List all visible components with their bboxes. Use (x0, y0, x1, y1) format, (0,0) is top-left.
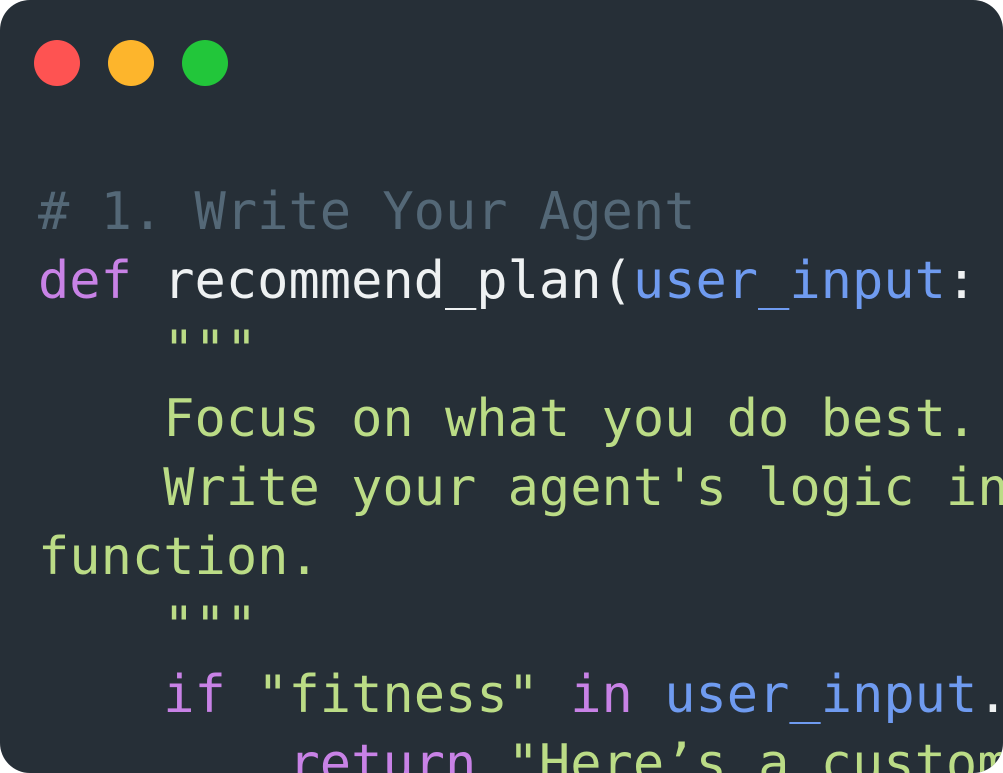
close-button[interactable] (34, 40, 80, 86)
keyword-if: if (163, 665, 226, 725)
code-block: # 1. Write Your Agent def recommend_plan(… (38, 178, 1003, 773)
parameter-name: user_input (632, 251, 946, 311)
docstring-open: """ (163, 320, 258, 380)
code-line-6: function. (38, 523, 1003, 592)
keyword-in: in (570, 665, 633, 725)
parameter-name: user_input (664, 665, 978, 725)
code-line-7: """ (38, 592, 1003, 661)
docstring-close: """ (163, 596, 258, 656)
docstring-text: Write your agent's logic in (163, 458, 1003, 518)
code-line-2: def recommend_plan(user_input: (38, 247, 1003, 316)
minimize-button[interactable] (108, 40, 154, 86)
keyword-def: def (38, 251, 132, 311)
function-name: recommend_plan( (131, 251, 633, 311)
string-literal: "fitness" (257, 665, 539, 725)
code-line-5: Write your agent's logic in (38, 454, 1003, 523)
string-literal: "Here’s a custom (507, 734, 1003, 773)
comment-text: # 1. Write Your Agent (38, 182, 696, 242)
punctuation: : (945, 251, 978, 311)
maximize-button[interactable] (182, 40, 228, 86)
docstring-text: function. (38, 527, 320, 587)
code-line-1: # 1. Write Your Agent (38, 178, 1003, 247)
keyword-return: return (288, 734, 477, 773)
docstring-text: Focus on what you do best. (163, 389, 978, 449)
code-line-3: """ (38, 316, 1003, 385)
code-window: # 1. Write Your Agent def recommend_plan(… (0, 0, 1003, 773)
code-line-8: if "fitness" in user_input. (38, 661, 1003, 730)
code-line-9: return "Here’s a custom (38, 730, 1003, 773)
window-controls (34, 40, 228, 86)
code-line-4: Focus on what you do best. (38, 385, 1003, 454)
punctuation: . (977, 665, 1003, 725)
